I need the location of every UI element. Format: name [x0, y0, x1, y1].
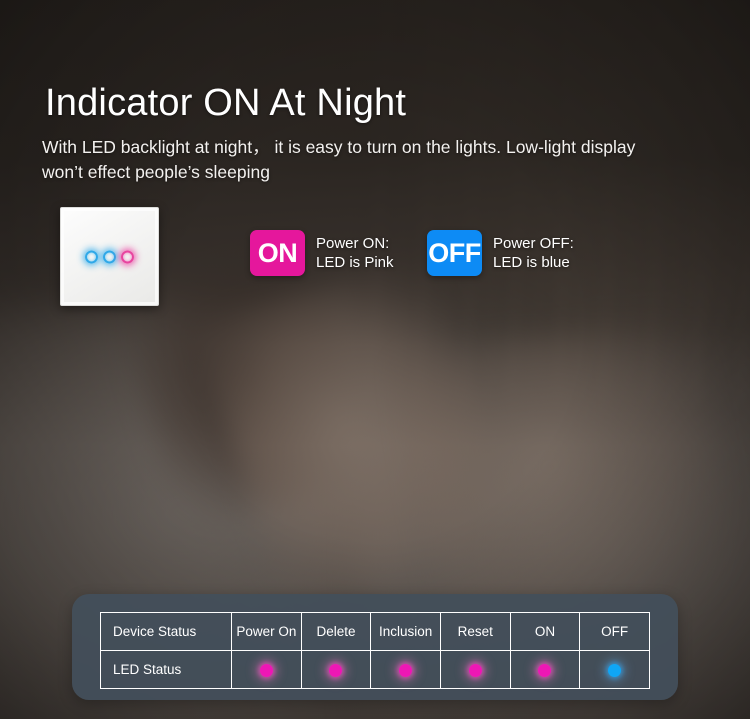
column-header-inclusion: Inclusion: [370, 612, 441, 651]
off-badge: OFF: [427, 230, 482, 276]
legend-power-on: ON Power ON: LED is Pink: [250, 230, 394, 276]
switch-led-row: [61, 250, 158, 263]
column-header-on: ON: [509, 612, 581, 651]
off-caption-line-1: Power OFF:: [493, 234, 574, 252]
switch-led-ring-1-icon: [85, 250, 98, 263]
legend-power-off: OFF Power OFF: LED is blue: [427, 230, 574, 276]
column-header-power-on: Power On: [231, 612, 302, 651]
led-cell-off: [579, 650, 650, 689]
wall-switch-panel: [60, 207, 159, 306]
status-table-card: Device Status Power On Delete Inclusion …: [72, 594, 678, 700]
row-label-device-status: Device Status: [100, 612, 232, 651]
led-dot-reset-icon: [468, 663, 482, 677]
night-indicator-banner: Indicator ON At Night With LED backlight…: [0, 0, 750, 719]
page-title: Indicator ON At Night: [45, 82, 407, 125]
column-header-reset: Reset: [439, 612, 511, 651]
switch-led-ring-3-icon: [121, 250, 134, 263]
led-cell-delete: [300, 650, 372, 689]
on-badge-caption: Power ON: LED is Pink: [316, 234, 394, 272]
device-led-status-table: Device Status Power On Delete Inclusion …: [100, 612, 650, 689]
column-header-off: OFF: [579, 612, 650, 651]
off-caption-line-2: LED is blue: [493, 254, 570, 271]
led-cell-inclusion: [370, 650, 441, 689]
led-cell-power-on: [231, 650, 302, 689]
switch-led-ring-2-icon: [103, 250, 116, 263]
led-cell-reset: [439, 650, 511, 689]
on-badge: ON: [250, 230, 305, 276]
table-row-header: Device Status Power On Delete Inclusion …: [100, 612, 650, 651]
on-caption-line-1: Power ON:: [316, 234, 390, 252]
off-badge-caption: Power OFF: LED is blue: [493, 234, 574, 272]
led-dot-power-on-icon: [259, 663, 273, 677]
led-dot-inclusion-icon: [399, 663, 413, 677]
led-dot-on-icon: [538, 663, 552, 677]
on-caption-line-2: LED is Pink: [316, 254, 394, 271]
table-row-led-status: LED Status: [100, 650, 650, 689]
row-label-led-status: LED Status: [100, 650, 232, 689]
led-cell-on: [509, 650, 581, 689]
led-dot-off-icon: [608, 663, 622, 677]
page-subtitle: With LED backlight at night， it is easy …: [42, 136, 636, 182]
led-dot-delete-icon: [329, 663, 343, 677]
column-header-delete: Delete: [300, 612, 372, 651]
